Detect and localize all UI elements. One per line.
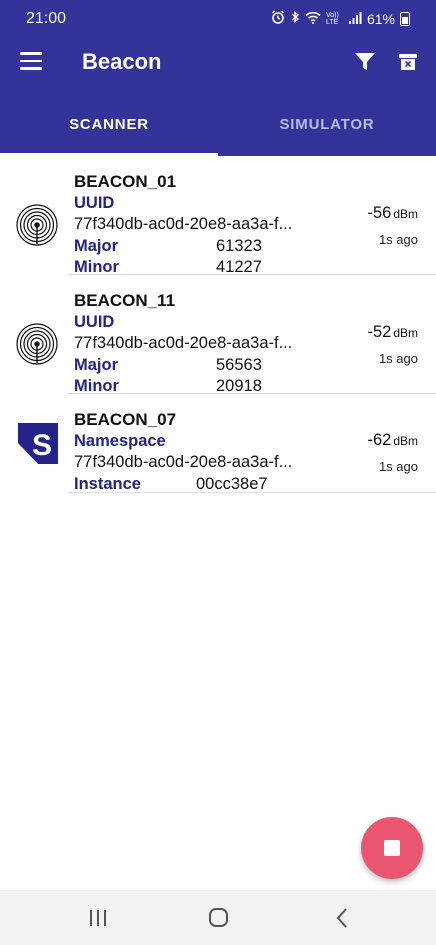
namespace-label: Namespace xyxy=(74,432,166,450)
major-value: 61323 xyxy=(216,237,262,255)
uuid-value: 77f340db-ac0d-20e8-aa3a-f... xyxy=(74,215,293,233)
ibeacon-icon xyxy=(16,204,60,248)
beacon-row[interactable]: BEACON_01 UUID 77f340db-ac0d-20e8-aa3a-f… xyxy=(0,156,436,276)
recents-icon[interactable] xyxy=(85,905,111,931)
uuid-label: UUID xyxy=(74,313,115,331)
stop-icon xyxy=(384,840,400,856)
uuid-value: 77f340db-ac0d-20e8-aa3a-f... xyxy=(74,334,293,352)
major-value: 56563 xyxy=(216,356,262,374)
signal-icon xyxy=(348,11,362,27)
tab-simulator[interactable]: SIMULATOR xyxy=(218,88,436,156)
beacon-name: BEACON_07 xyxy=(74,410,177,429)
major-label: Major xyxy=(74,356,119,374)
rssi-value: -52 dBm xyxy=(367,323,418,341)
status-bar: 21:00 Vo)) LTE 61% xyxy=(0,0,436,38)
alarm-icon xyxy=(271,10,285,27)
namespace-value: 77f340db-ac0d-20e8-aa3a-f... xyxy=(74,453,293,471)
home-icon[interactable] xyxy=(206,905,232,931)
delete-icon[interactable] xyxy=(398,52,420,74)
stop-scan-button[interactable] xyxy=(361,817,423,879)
status-icons: Vo)) LTE 61% xyxy=(271,10,410,27)
last-seen: 1s ago xyxy=(378,459,418,474)
beacon-row[interactable]: S BEACON_07 Namespace 77f340db-ac0d-20e8… xyxy=(0,394,436,493)
tab-scanner-label: SCANNER xyxy=(69,116,149,133)
battery-icon xyxy=(400,11,410,26)
last-seen: 1s ago xyxy=(378,232,418,247)
rssi-value: -62 dBm xyxy=(367,431,418,449)
tab-scanner[interactable]: SCANNER xyxy=(0,88,218,156)
last-seen: 1s ago xyxy=(378,351,418,366)
svg-text:S: S xyxy=(32,429,52,462)
beacon-row[interactable]: BEACON_11 UUID 77f340db-ac0d-20e8-aa3a-f… xyxy=(0,275,436,395)
system-nav-bar xyxy=(0,890,436,945)
filter-icon[interactable] xyxy=(354,52,376,74)
beacon-name: BEACON_11 xyxy=(74,291,176,310)
app-title: Beacon xyxy=(82,49,162,74)
bluetooth-icon xyxy=(290,10,300,27)
back-icon[interactable] xyxy=(330,905,356,931)
beacon-name: BEACON_01 xyxy=(74,172,177,191)
wifi-icon xyxy=(305,11,321,27)
major-label: Major xyxy=(74,237,119,255)
tab-simulator-label: SIMULATOR xyxy=(279,116,375,133)
status-time: 21:00 xyxy=(26,10,67,27)
battery-percent: 61% xyxy=(366,10,395,27)
ibeacon-icon xyxy=(16,323,60,367)
tab-bar: SCANNER SIMULATOR xyxy=(0,88,436,156)
app-bar: Beacon xyxy=(0,38,436,88)
network-label: Vo)) LTE xyxy=(325,11,339,26)
rssi-value: -56 dBm xyxy=(367,204,418,222)
menu-icon[interactable] xyxy=(20,52,42,70)
divider xyxy=(68,492,436,493)
uuid-label: UUID xyxy=(74,194,115,212)
eddystone-icon: S xyxy=(17,422,61,466)
beacon-list: BEACON_01 UUID 77f340db-ac0d-20e8-aa3a-f… xyxy=(0,156,436,493)
